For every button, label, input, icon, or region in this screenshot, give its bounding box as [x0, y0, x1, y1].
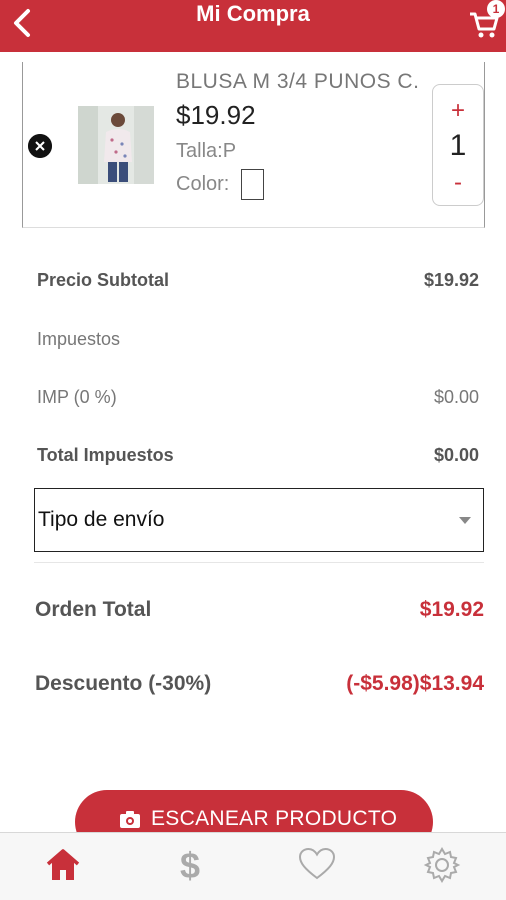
total-taxes-value: $0.00 — [433, 445, 479, 465]
shipping-type-value: Tipo de envío — [38, 508, 165, 531]
remove-item-icon[interactable] — [28, 134, 52, 158]
tax-line-value: $0.00 — [433, 387, 479, 407]
shipping-type-select[interactable]: Tipo de envío — [34, 488, 484, 552]
dollar-icon[interactable]: $ — [170, 845, 210, 885]
cart-badge: 1 — [487, 0, 505, 18]
bottom-tab-bar: $ — [0, 832, 506, 900]
tax-line-label: IMP (0 %) — [37, 387, 117, 407]
taxes-label: Impuestos — [37, 329, 121, 349]
scan-product-label: ESCANEAR PRODUCTO — [151, 807, 398, 830]
gear-icon[interactable] — [422, 845, 462, 885]
product-size: Talla:P — [176, 140, 237, 162]
order-total-label: Orden Total — [35, 598, 152, 621]
total-taxes-label: Total Impuestos — [37, 445, 174, 465]
product-color-label: Color: — [176, 173, 230, 195]
decrease-quantity-button[interactable]: - — [433, 171, 483, 195]
home-icon[interactable] — [43, 845, 83, 885]
subtotal-value: $19.92 — [423, 270, 479, 290]
chevron-down-icon — [459, 517, 471, 524]
product-thumbnail[interactable] — [78, 106, 154, 184]
color-swatch — [241, 169, 264, 200]
subtotal-label: Precio Subtotal — [37, 270, 170, 290]
quantity-value: 1 — [449, 129, 467, 162]
camera-icon — [120, 811, 140, 828]
page-title: Mi Compra — [196, 1, 310, 26]
order-total-value: $19.92 — [419, 598, 484, 621]
discount-label: Descuento (-30%) — [35, 672, 212, 695]
app-header: Mi Compra 1 — [0, 0, 506, 52]
discount-value: (-$5.98)$13.94 — [346, 672, 484, 695]
heart-icon[interactable] — [297, 845, 337, 885]
increase-quantity-button[interactable]: + — [433, 99, 483, 123]
quantity-stepper: + 1 - — [432, 84, 484, 206]
product-name: BLUSA M 3/4 PUNOS C. — [176, 70, 420, 93]
divider — [34, 562, 484, 563]
svg-text:$: $ — [180, 845, 200, 885]
product-price: $19.92 — [176, 100, 256, 130]
